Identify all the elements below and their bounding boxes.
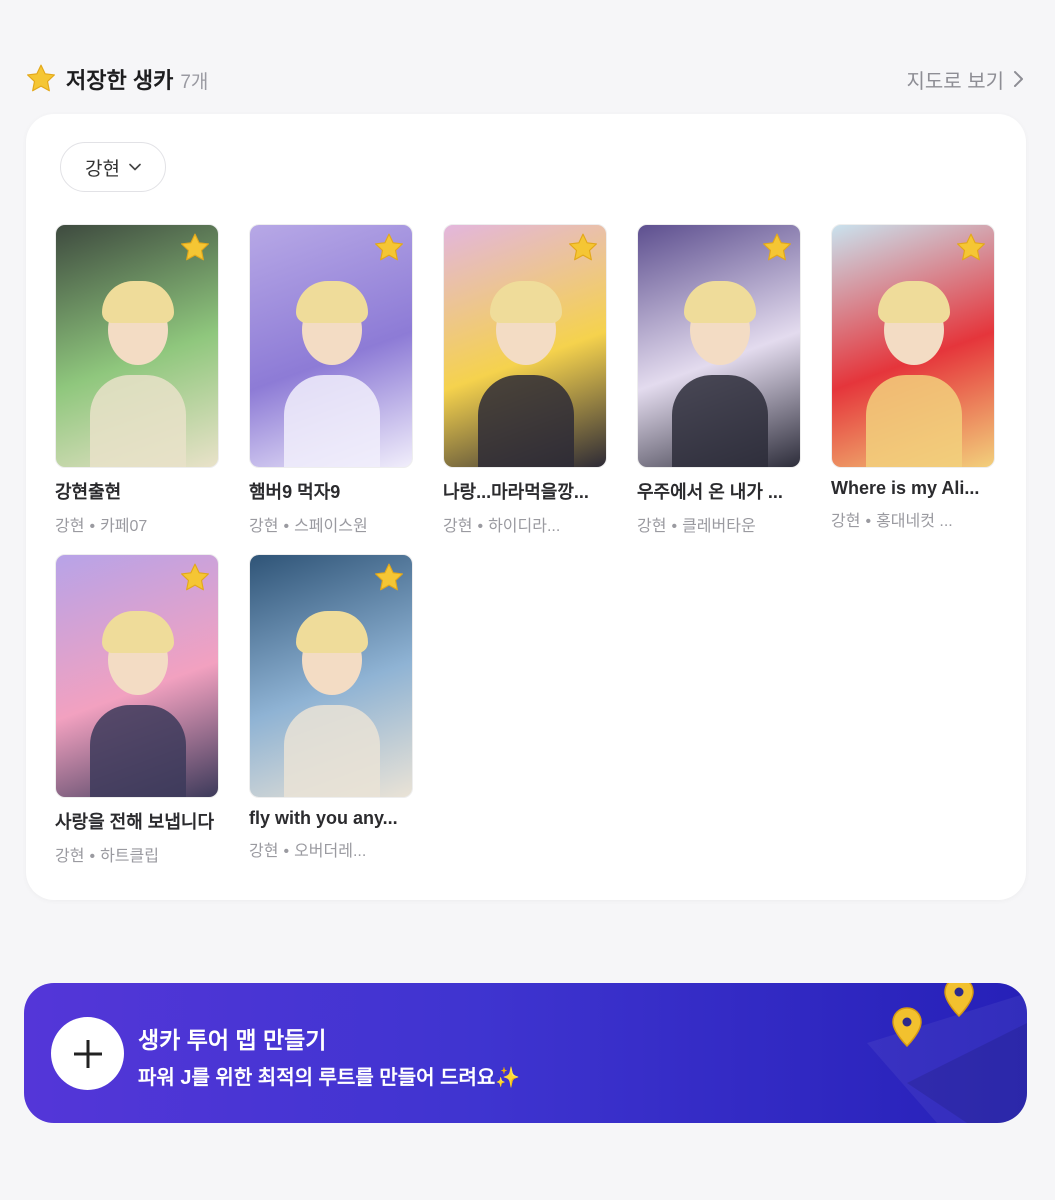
cafe-place: 카페07	[100, 518, 148, 535]
cafe-place: 하트클립	[100, 848, 159, 865]
cafe-place: 클레버타운	[682, 518, 756, 535]
saved-cafe-card[interactable]: 강현출현강현 • 카페07	[55, 224, 219, 536]
tour-map-banner[interactable]: 생카 투어 맵 만들기 파워 J를 위한 최적의 루트를 만들어 드려요✨	[24, 983, 1027, 1123]
plus-icon	[51, 1017, 124, 1090]
saved-cafe-card[interactable]: 사랑을 전해 보냅니다강현 • 하트클립	[55, 554, 219, 866]
cafe-artist: 강현	[443, 518, 473, 535]
cafe-place: 홍대네컷 ...	[876, 513, 953, 530]
cafe-title: 햄버9 먹자9	[249, 482, 341, 502]
favorite-star-icon[interactable]	[760, 231, 794, 265]
cafe-poster-image	[55, 224, 219, 468]
saved-cafe-card[interactable]: fly with you any... 강현 • 오버더레...	[249, 554, 413, 861]
saved-cafes-header: 저장한 생카 7개 지도로 보기	[24, 60, 1024, 98]
cafe-title: 사랑을 전해 보냅니다	[55, 812, 215, 832]
banner-title: 생카 투어 맵 만들기	[138, 1027, 327, 1053]
cafe-artist: 강현	[55, 848, 85, 865]
saved-cafe-card[interactable]: Where is my Ali... 강현 • 홍대네컷 ...	[831, 224, 995, 531]
artist-filter-value: 강현	[85, 158, 120, 180]
pin-icon	[944, 983, 974, 1018]
separator-dot: •	[865, 513, 872, 530]
favorite-star-icon[interactable]	[372, 561, 406, 595]
view-on-map-link[interactable]: 지도로 보기	[906, 65, 1024, 94]
cafe-meta: 강현 • 카페07	[55, 512, 219, 536]
cafe-title: Where is my Ali...	[831, 478, 980, 498]
favorite-star-icon[interactable]	[178, 561, 212, 595]
cafe-meta: 강현 • 스페이스원	[249, 512, 413, 536]
cafe-meta: 강현 • 오버더레...	[249, 837, 413, 861]
favorite-star-icon[interactable]	[372, 231, 406, 265]
saved-count: 7개	[180, 71, 209, 93]
map-pins-icon	[867, 983, 1027, 1123]
cafe-place: 하이디라...	[488, 518, 561, 535]
separator-dot: •	[283, 518, 290, 535]
cafe-meta: 강현 • 하이디라...	[443, 512, 607, 536]
banner-subtitle: 파워 J를 위한 최적의 루트를 만들어 드려요✨	[138, 1061, 520, 1090]
cafe-poster-image	[55, 554, 219, 798]
cafe-poster-image	[249, 224, 413, 468]
favorite-star-icon[interactable]	[954, 231, 988, 265]
cafe-artist: 강현	[249, 843, 279, 860]
cafe-meta: 강현 • 하트클립	[55, 842, 219, 866]
cafe-artist: 강현	[637, 518, 667, 535]
separator-dot: •	[283, 843, 290, 860]
separator-dot: •	[671, 518, 678, 535]
cafe-title: 강현출현	[55, 482, 122, 502]
cafe-meta: 강현 • 클레버타운	[637, 512, 801, 536]
cafe-poster-image	[831, 224, 995, 468]
cafe-title: 나랑...마라먹을깡...	[443, 482, 589, 502]
favorite-star-icon[interactable]	[566, 231, 600, 265]
separator-dot: •	[477, 518, 484, 535]
cafe-artist: 강현	[55, 518, 85, 535]
cafe-title: 우주에서 온 내가 ...	[637, 482, 783, 502]
cafe-artist: 강현	[831, 513, 861, 530]
separator-dot: •	[89, 518, 96, 535]
cafe-poster-image	[637, 224, 801, 468]
chevron-right-icon	[1014, 71, 1023, 87]
cafe-place: 오버더레...	[294, 843, 367, 860]
saved-cafe-card[interactable]: 나랑...마라먹을깡... 강현 • 하이디라...	[443, 224, 607, 536]
saved-cafes-panel: 강현 강현출현 강현 • 카페07 햄버9 먹자9 강현 • 스페이스원 나랑...마라먹을깡.…	[26, 114, 1026, 900]
saved-cafe-card[interactable]: 햄버9 먹자9 강현 • 스페이스원	[249, 224, 413, 536]
section-title: 저장한 생카	[66, 68, 174, 93]
sparkle-icon: ✨	[495, 1067, 521, 1089]
favorite-star-icon[interactable]	[178, 231, 212, 265]
chevron-down-icon	[129, 163, 141, 171]
banner-subtitle-text: 파워 J를 위한 최적의 루트를 만들어 드려요	[138, 1067, 496, 1089]
saved-cafe-card[interactable]: 우주에서 온 내가 ... 강현 • 클레버타운	[637, 224, 801, 536]
view-on-map-label: 지도로 보기	[906, 70, 1004, 93]
cafe-place: 스페이스원	[294, 518, 368, 535]
cafe-poster-image	[249, 554, 413, 798]
cafe-artist: 강현	[249, 518, 279, 535]
cafe-poster-image	[443, 224, 607, 468]
cafe-title: fly with you any...	[249, 808, 398, 828]
cafe-meta: 강현 • 홍대네컷 ...	[831, 507, 995, 531]
separator-dot: •	[89, 848, 96, 865]
artist-filter-dropdown[interactable]: 강현	[60, 142, 166, 192]
star-icon	[26, 64, 56, 92]
